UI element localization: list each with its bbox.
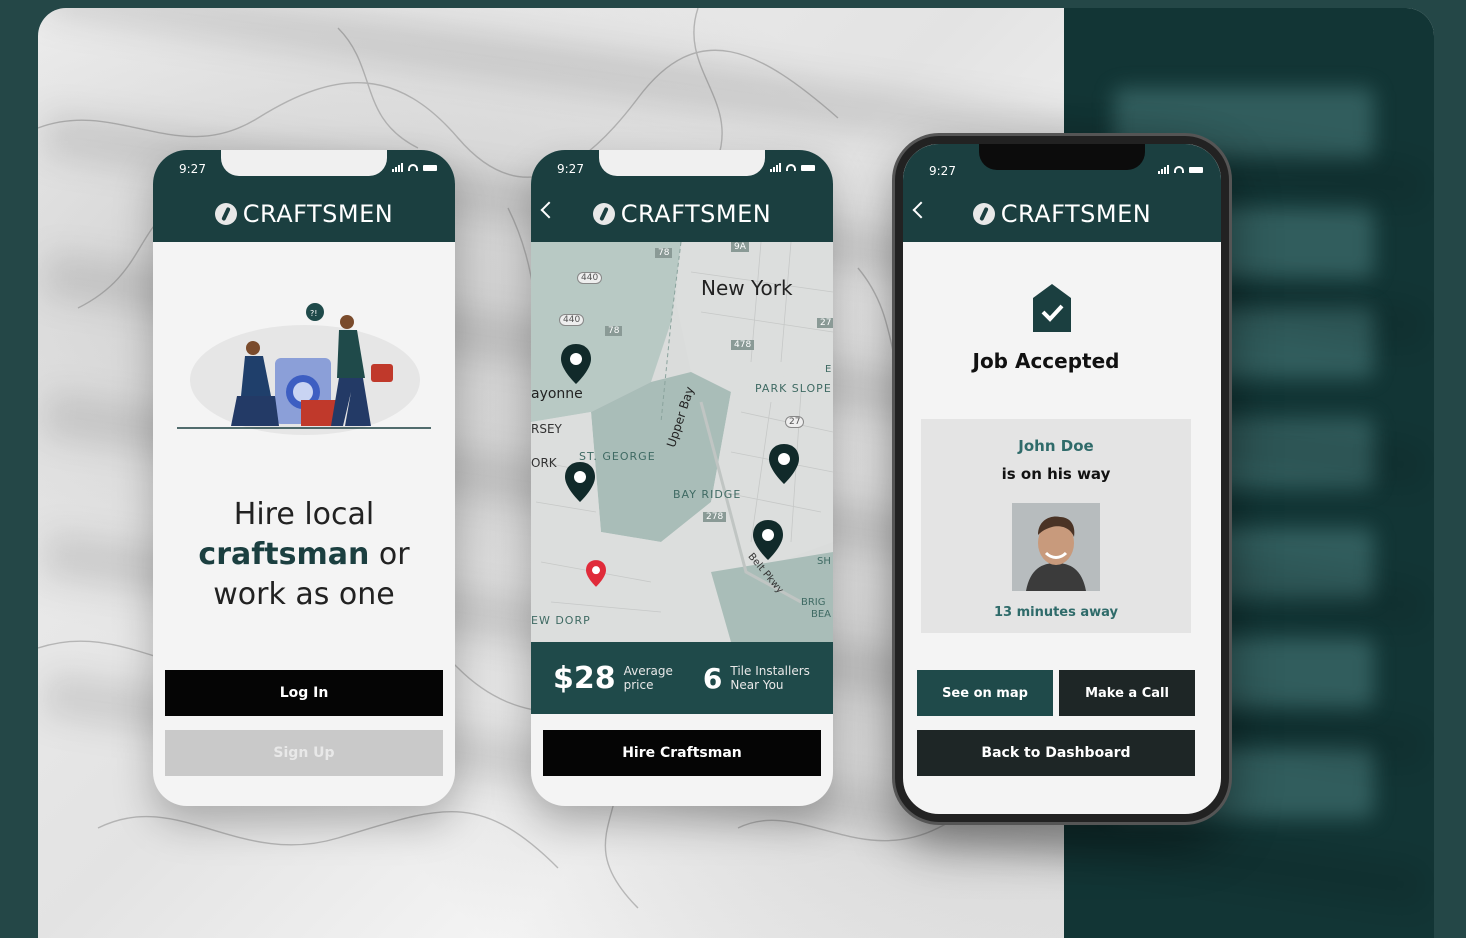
map-label-jersey: RSEY: [531, 422, 562, 436]
price-value: $28: [553, 660, 616, 696]
job-accepted-title: Job Accepted: [972, 349, 1120, 373]
battery-icon: [423, 164, 437, 171]
installer-count-stat: 6 Tile Installers Near You: [703, 662, 810, 695]
map-pin-icon[interactable]: [769, 444, 799, 484]
status-time: 9:27: [179, 162, 206, 176]
map-label-beach: BEA: [811, 609, 832, 620]
map-pin-icon[interactable]: [753, 520, 783, 560]
notch: [979, 144, 1145, 170]
phone-welcome-screen: 9:27 CRAFTSMEN ?! Hire local craftsman o…: [153, 150, 455, 806]
map-label-e: E: [825, 364, 832, 375]
route-shield: 27: [785, 416, 805, 428]
price-caption: Average price: [624, 664, 673, 692]
login-button[interactable]: Log In: [165, 670, 443, 716]
map-label-bay-ridge: BAY RIDGE: [673, 488, 742, 501]
wrench-logo-icon: [592, 203, 615, 225]
battery-icon: [801, 164, 815, 171]
signal-icon: [1158, 165, 1169, 174]
battery-icon: [1189, 166, 1203, 173]
count-caption-line-2: Near You: [730, 678, 784, 692]
stats-bar: $28 Average price 6 Tile Installers Near Y…: [531, 642, 833, 714]
signal-icon: [392, 163, 403, 172]
status-icons: [770, 163, 815, 172]
route-shield: 278: [703, 512, 727, 522]
house-check-icon: [1033, 284, 1071, 332]
tagline-line-1: Hire local: [233, 497, 375, 532]
status-icons: [1158, 165, 1203, 174]
average-price-stat: $28 Average price: [553, 661, 673, 696]
wrench-logo-icon: [214, 203, 237, 225]
map-view[interactable]: New York ayonne RSEY ORK ST. GEORGE Uppe…: [531, 242, 833, 642]
tagline-or: or: [369, 537, 410, 572]
tagline-line-3: work as one: [213, 577, 395, 612]
wifi-icon: [408, 164, 418, 171]
map-canvas[interactable]: [531, 242, 833, 642]
worker-name: John Doe: [1018, 437, 1094, 455]
price-caption-line-1: Average: [623, 664, 673, 678]
map-label-dorp: EW DORP: [531, 614, 591, 627]
map-label-park-slope: PARK SLOPE: [755, 382, 832, 395]
count-caption-line-1: Tile Installers: [730, 664, 810, 678]
map-label-city: New York: [701, 276, 793, 300]
status-time: 9:27: [929, 164, 956, 178]
worker-eta: 13 minutes away: [993, 605, 1119, 620]
craftsmen-illustration: ?!: [177, 303, 431, 435]
wifi-icon: [786, 164, 796, 171]
phone-side-button: [895, 254, 897, 278]
current-location-pin-icon: [586, 560, 606, 587]
map-label-york: ORK: [531, 456, 557, 470]
notch: [599, 150, 765, 176]
worker-card: John Doe is on his way 13 minutes away: [921, 419, 1191, 633]
see-on-map-button[interactable]: See on map: [917, 670, 1053, 716]
map-label-bayonne: ayonne: [531, 386, 583, 402]
wrench-logo-icon: [972, 203, 995, 225]
map-pin-icon[interactable]: [565, 462, 595, 502]
worker-avatar: [1012, 503, 1100, 591]
app-header: CRAFTSMEN: [531, 186, 833, 242]
svg-text:?!: ?!: [310, 309, 317, 318]
status-bar: 9:27: [903, 144, 1221, 186]
back-chevron-icon[interactable]: [540, 201, 558, 219]
brand-title: CRAFTSMEN: [1000, 200, 1152, 228]
status-time: 9:27: [557, 162, 584, 176]
phone-job-accepted-screen: 9:27 CRAFTSMEN Job Accepted John Doe is …: [895, 136, 1229, 822]
phone-map-screen: 9:27 CRAFTSMEN New York ayonne RSEY ORK …: [531, 150, 833, 806]
app-header: CRAFTSMEN: [153, 186, 455, 242]
tagline-line-2: craftsman or: [153, 535, 455, 575]
route-shield: 27: [817, 318, 833, 328]
signup-button[interactable]: Sign Up: [165, 730, 443, 776]
route-shield: 478: [731, 340, 755, 350]
route-shield: 440: [577, 272, 603, 284]
worker-status: is on his way: [1001, 465, 1111, 483]
route-shield: 9A: [731, 242, 749, 252]
status-bar: 9:27: [531, 150, 833, 186]
map-label-brighton: BRIG: [801, 597, 826, 608]
back-chevron-icon[interactable]: [912, 201, 930, 219]
tagline-bold-word: craftsman: [198, 537, 370, 572]
status-bar: 9:27: [153, 150, 455, 186]
count-caption: Tile Installers Near You: [730, 664, 810, 692]
app-header: CRAFTSMEN: [903, 186, 1221, 242]
signal-icon: [770, 163, 781, 172]
brand-title: CRAFTSMEN: [242, 200, 394, 228]
price-caption-line-2: price: [623, 678, 654, 692]
route-shield: 440: [559, 314, 585, 326]
route-shield: 78: [605, 326, 623, 336]
hire-craftsman-button[interactable]: Hire Craftsman: [543, 730, 821, 776]
tagline: Hire local craftsman or work as one: [153, 495, 455, 615]
count-value: 6: [702, 661, 723, 695]
wifi-icon: [1174, 166, 1184, 173]
map-label-sh: SH: [817, 556, 831, 567]
notch: [221, 150, 387, 176]
map-pin-icon[interactable]: [561, 344, 591, 384]
route-shield: 78: [655, 248, 673, 258]
back-to-dashboard-button[interactable]: Back to Dashboard: [917, 730, 1195, 776]
status-icons: [392, 163, 437, 172]
brand-title: CRAFTSMEN: [620, 200, 772, 228]
make-call-button[interactable]: Make a Call: [1059, 670, 1195, 716]
